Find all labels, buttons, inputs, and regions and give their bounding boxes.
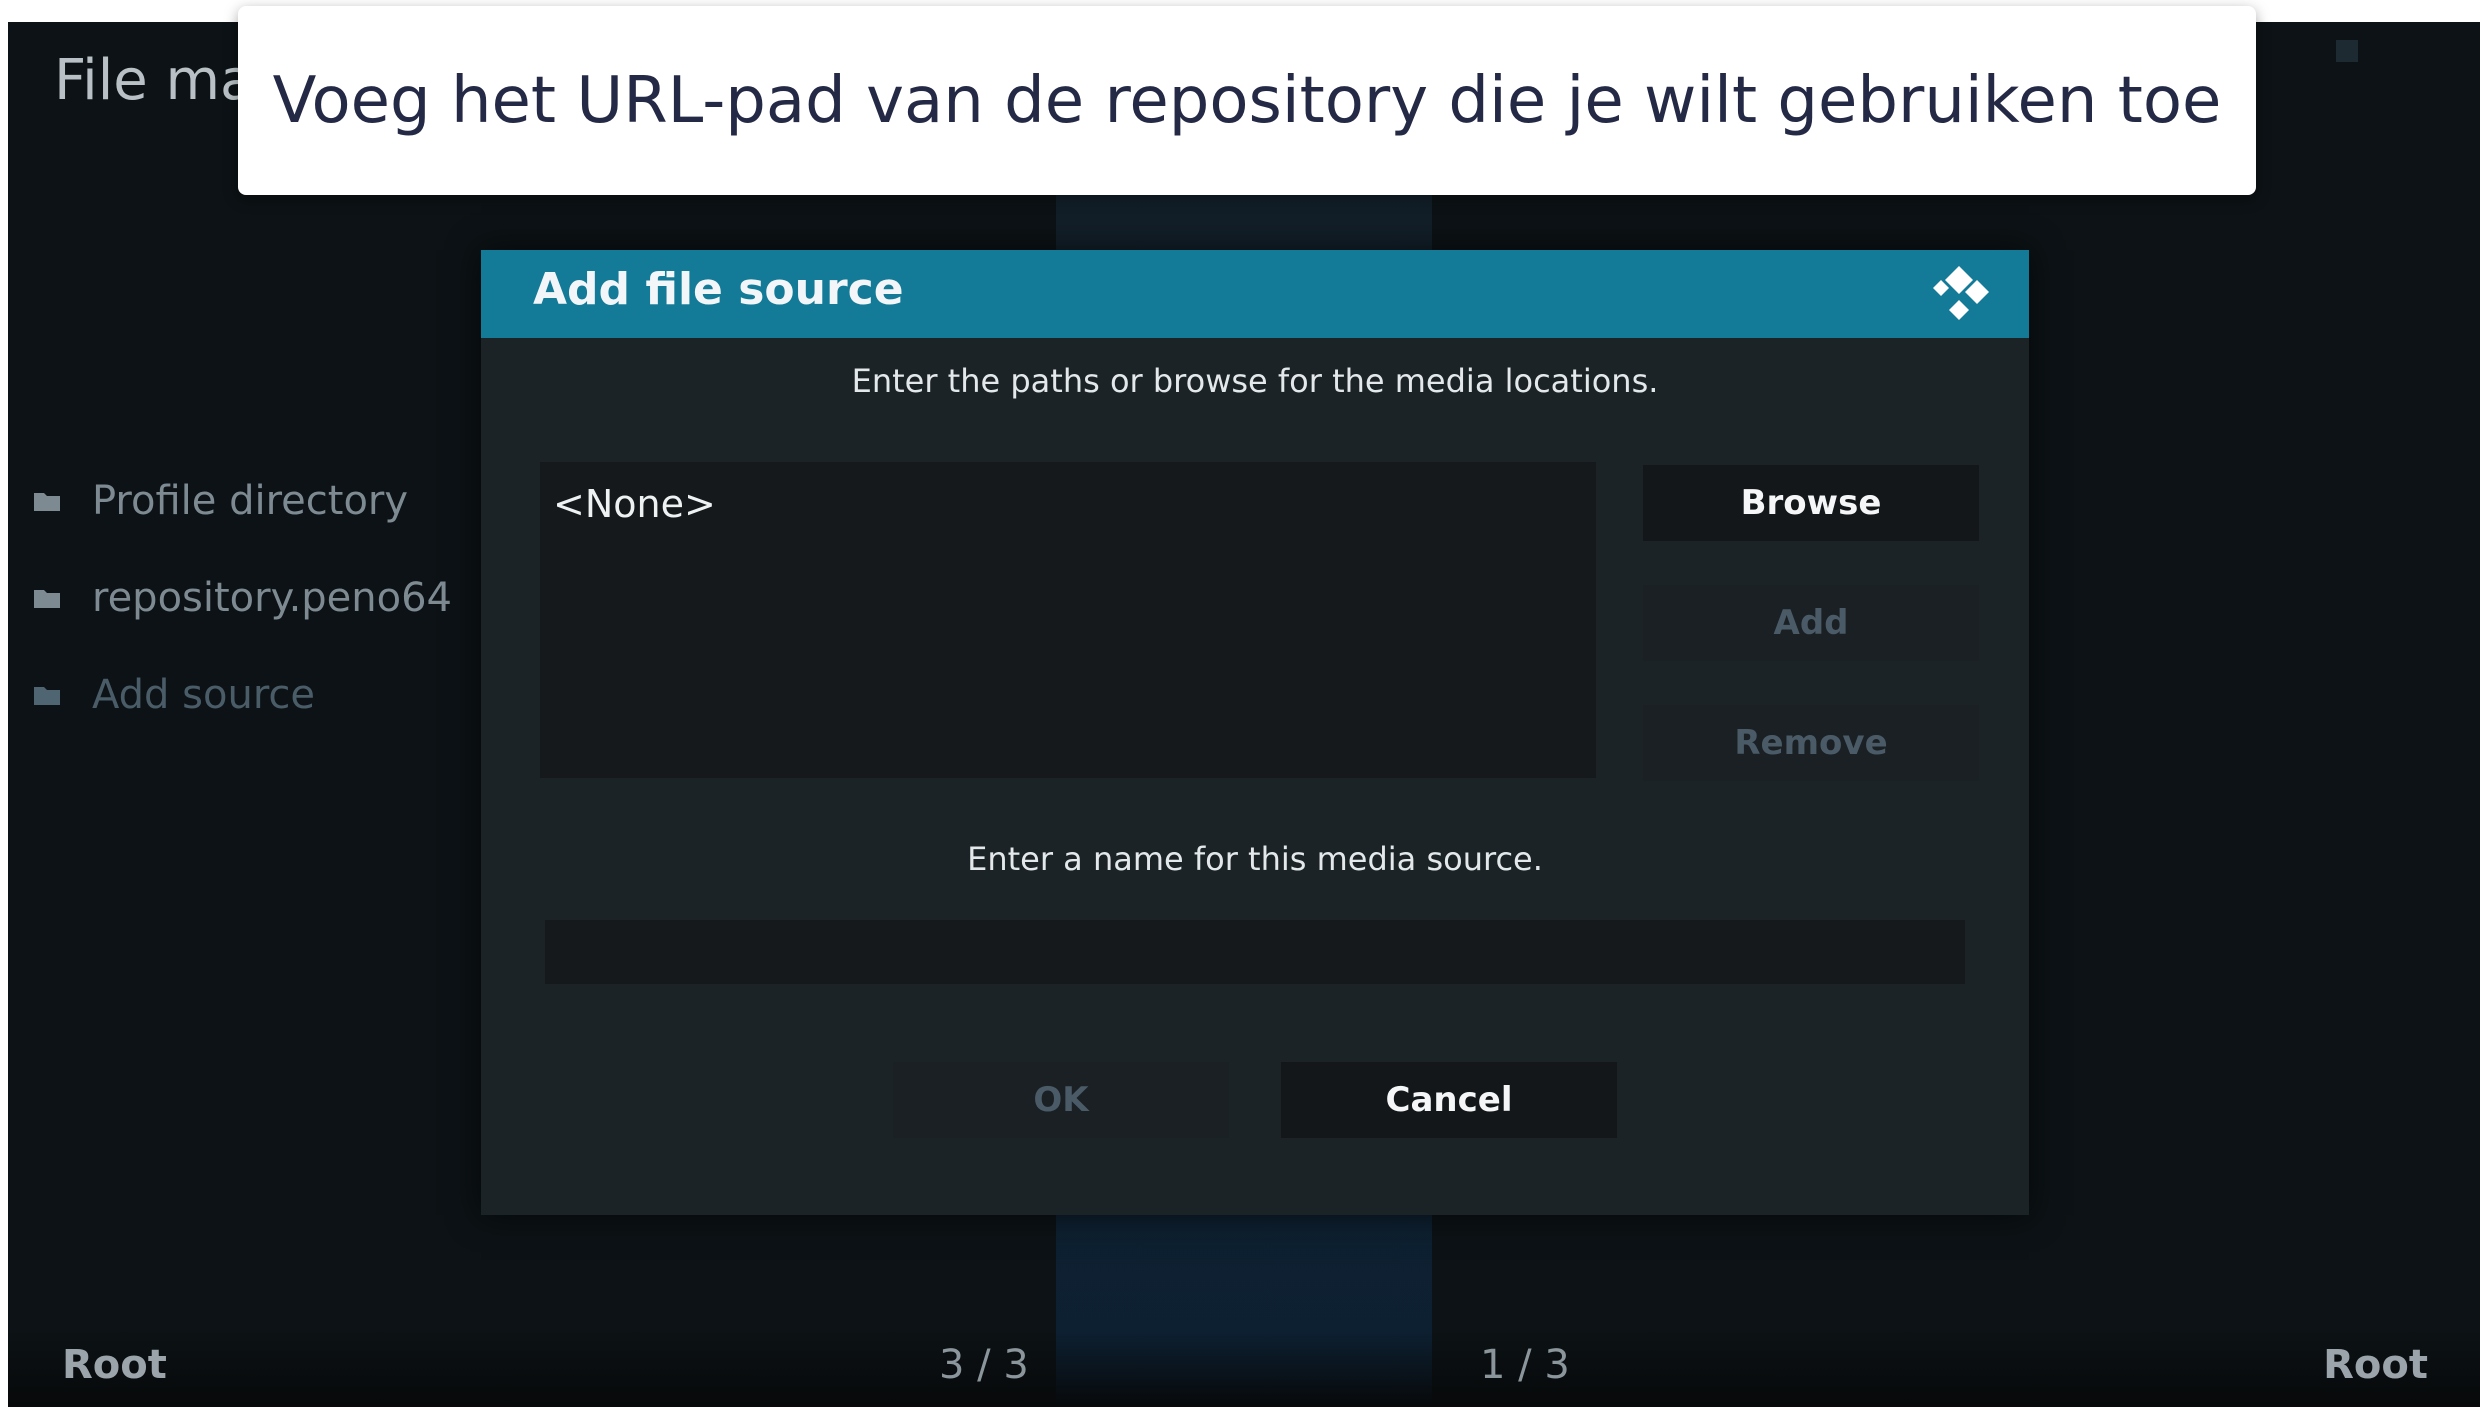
- dialog-title: Add file source: [533, 264, 904, 315]
- remove-button[interactable]: Remove: [1643, 705, 1979, 781]
- source-item-repository[interactable]: repository.peno64: [32, 549, 452, 646]
- dialog-header: Add file source: [481, 250, 2029, 338]
- instruction-banner: Voeg het URL-pad van de repository die j…: [238, 6, 2256, 195]
- footer-item-count-right: 1 / 3: [1480, 1342, 1570, 1388]
- folder-icon: [34, 492, 60, 511]
- paths-list[interactable]: <None>: [540, 462, 1596, 778]
- kodi-screen: File ma Profile directory repository.pen…: [8, 22, 2480, 1407]
- source-item-profile-directory[interactable]: Profile directory: [32, 452, 452, 549]
- source-item-label: repository.peno64: [92, 574, 452, 621]
- source-item-label: Add source: [92, 671, 315, 718]
- source-name-input[interactable]: [545, 920, 1965, 984]
- add-button[interactable]: Add: [1643, 585, 1979, 661]
- browse-button[interactable]: Browse: [1643, 465, 1979, 541]
- source-list: Profile directory repository.peno64 Add …: [32, 452, 452, 743]
- kodi-logo-icon: [1933, 266, 1989, 320]
- background-page-title: File ma: [54, 48, 255, 113]
- folder-icon: [34, 589, 60, 608]
- path-list-item[interactable]: <None>: [553, 482, 716, 526]
- cancel-button[interactable]: Cancel: [1281, 1062, 1617, 1138]
- source-item-label: Profile directory: [92, 477, 409, 524]
- folder-icon: [34, 686, 60, 705]
- name-prompt: Enter a name for this media source.: [967, 840, 1543, 878]
- footer-right-label: Root: [2323, 1342, 2428, 1388]
- footer-left-label: Root: [62, 1342, 167, 1388]
- source-item-add-source[interactable]: Add source: [32, 646, 452, 743]
- footer-item-count-left: 3 / 3: [939, 1342, 1029, 1388]
- corner-indicator: [2336, 40, 2358, 62]
- paths-prompt: Enter the paths or browse for the media …: [851, 362, 1659, 400]
- footer-bar: [8, 1330, 2480, 1407]
- ok-button[interactable]: OK: [893, 1062, 1229, 1138]
- add-file-source-dialog: Add file source Enter the paths or brows…: [481, 250, 2029, 1215]
